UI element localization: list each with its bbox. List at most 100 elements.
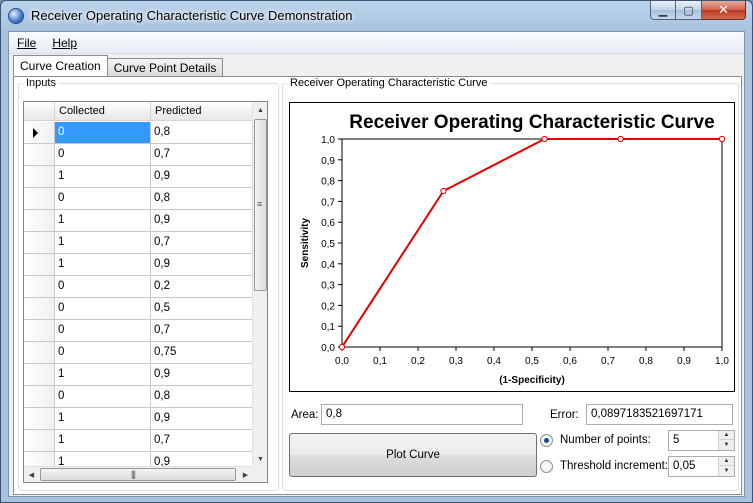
scroll-up-arrow-icon[interactable]: ▲ [253, 102, 267, 118]
cell-predicted[interactable]: 0,5 [151, 298, 254, 320]
cell-collected[interactable]: 0 [55, 386, 151, 408]
maximize-button[interactable]: ▢ [676, 1, 702, 20]
cell-collected[interactable]: 1 [55, 430, 151, 452]
cell-collected[interactable]: 1 [55, 408, 151, 430]
cell-predicted[interactable]: 0,9 [151, 364, 254, 386]
row-header[interactable] [24, 276, 55, 298]
table-row[interactable]: 1 0,7 [24, 430, 254, 452]
cell-collected[interactable]: 0 [55, 298, 151, 320]
cell-collected[interactable]: 0 [55, 188, 151, 210]
grid-corner-header[interactable] [24, 102, 55, 121]
cell-collected[interactable]: 0 [55, 320, 151, 342]
inputs-grid[interactable]: Collected Predicted 0 0,8 0 0,7 1 0,9 0 0,8 1 0,9… [23, 101, 268, 483]
minimize-icon: ▁ [658, 4, 668, 17]
title-bar[interactable]: Receiver Operating Characteristic Curve … [1, 1, 752, 31]
table-row[interactable]: 0 0,8 [24, 122, 254, 144]
cell-predicted[interactable]: 0,9 [151, 254, 254, 276]
cell-predicted[interactable]: 0,2 [151, 276, 254, 298]
app-icon [8, 8, 24, 24]
row-header[interactable] [24, 232, 55, 254]
column-header-predicted[interactable]: Predicted [151, 102, 254, 121]
row-header[interactable] [24, 386, 55, 408]
area-field[interactable]: 0,8 [321, 404, 523, 425]
cell-collected[interactable]: 1 [55, 210, 151, 232]
x-tick-label: 0,1 [373, 356, 387, 367]
y-tick-label: 0,8 [321, 177, 335, 188]
row-header[interactable] [24, 188, 55, 210]
row-header[interactable] [24, 320, 55, 342]
row-header[interactable] [24, 408, 55, 430]
table-row[interactable]: 0 0,7 [24, 144, 254, 166]
table-row[interactable]: 1 0,9 [24, 408, 254, 430]
cell-collected[interactable]: 1 [55, 254, 151, 276]
menu-file[interactable]: File [9, 36, 44, 50]
cell-collected[interactable]: 1 [55, 232, 151, 254]
plot-curve-button[interactable]: Plot Curve [289, 433, 537, 477]
cell-predicted[interactable]: 0,8 [151, 122, 254, 144]
cell-collected[interactable]: 0 [55, 342, 151, 364]
tab-curve-creation[interactable]: Curve Creation [13, 55, 108, 76]
table-row[interactable]: 1 0,9 [24, 254, 254, 276]
cell-predicted[interactable]: 0,9 [151, 210, 254, 232]
stepper-down-icon[interactable]: ▼ [719, 440, 734, 449]
tab-curve-point-details[interactable]: Curve Point Details [106, 58, 224, 76]
stepper-up-icon[interactable]: ▲ [719, 431, 734, 440]
cell-predicted[interactable]: 0,8 [151, 386, 254, 408]
threshold-increment-value: 0,05 [673, 460, 696, 472]
row-header[interactable] [24, 298, 55, 320]
table-row[interactable]: 1 0,9 [24, 364, 254, 386]
cell-collected[interactable]: 1 [55, 364, 151, 386]
cell-collected[interactable]: 1 [55, 166, 151, 188]
number-of-points-radio[interactable] [540, 434, 553, 447]
row-header[interactable] [24, 122, 55, 144]
table-row[interactable]: 0 0,2 [24, 276, 254, 298]
stepper-up-icon[interactable]: ▲ [719, 457, 734, 466]
cell-predicted[interactable]: 0,75 [151, 342, 254, 364]
row-header[interactable] [24, 430, 55, 452]
column-header-collected[interactable]: Collected [55, 102, 151, 121]
row-header[interactable] [24, 210, 55, 232]
cell-predicted[interactable]: 0,7 [151, 430, 254, 452]
row-header[interactable] [24, 166, 55, 188]
menu-help[interactable]: Help [44, 36, 85, 50]
cell-collected[interactable]: 0 [55, 122, 151, 144]
scroll-right-arrow-icon[interactable]: ▶ [238, 467, 253, 482]
grip-icon: ||| [131, 469, 136, 479]
vertical-scroll-thumb[interactable]: ≡ [254, 119, 267, 291]
cell-predicted[interactable]: 0,7 [151, 320, 254, 342]
minimize-button[interactable]: ▁ [650, 1, 676, 20]
threshold-increment-stepper[interactable]: 0,05 ▲ ▼ [668, 456, 735, 477]
row-header[interactable] [24, 342, 55, 364]
number-of-points-stepper[interactable]: 5 ▲ ▼ [668, 430, 735, 451]
table-row[interactable]: 0 0,8 [24, 386, 254, 408]
cell-predicted[interactable]: 0,8 [151, 188, 254, 210]
table-row[interactable]: 0 0,7 [24, 320, 254, 342]
threshold-increment-label[interactable]: Threshold increment: [560, 460, 668, 472]
table-row[interactable]: 0 0,5 [24, 298, 254, 320]
table-row[interactable]: 1 0,7 [24, 232, 254, 254]
scroll-down-arrow-icon[interactable]: ▼ [253, 451, 267, 467]
threshold-increment-radio[interactable] [540, 460, 553, 473]
row-header[interactable] [24, 254, 55, 276]
cell-predicted[interactable]: 0,9 [151, 166, 254, 188]
cell-predicted[interactable]: 0,7 [151, 232, 254, 254]
cell-collected[interactable]: 0 [55, 276, 151, 298]
cell-predicted[interactable]: 0,7 [151, 144, 254, 166]
table-row[interactable]: 1 0,9 [24, 210, 254, 232]
grid-horizontal-scrollbar[interactable]: ◀ ||| ▶ [24, 466, 253, 482]
close-button[interactable]: ✕ [702, 1, 746, 20]
table-row[interactable]: 0 0,75 [24, 342, 254, 364]
stepper-down-icon[interactable]: ▼ [719, 466, 734, 475]
number-of-points-label[interactable]: Number of points: [560, 434, 651, 446]
chart-group-legend: Receiver Operating Characteristic Curve [290, 77, 488, 89]
horizontal-scroll-thumb[interactable]: ||| [40, 468, 236, 481]
table-row[interactable]: 0 0,8 [24, 188, 254, 210]
table-row[interactable]: 1 0,9 [24, 166, 254, 188]
row-header[interactable] [24, 144, 55, 166]
cell-collected[interactable]: 0 [55, 144, 151, 166]
row-header[interactable] [24, 364, 55, 386]
cell-predicted[interactable]: 0,9 [151, 408, 254, 430]
scroll-left-arrow-icon[interactable]: ◀ [24, 467, 39, 482]
grid-vertical-scrollbar[interactable]: ▲ ≡ ▼ [252, 102, 267, 467]
error-field[interactable]: 0,0897183521697171 [586, 404, 733, 425]
